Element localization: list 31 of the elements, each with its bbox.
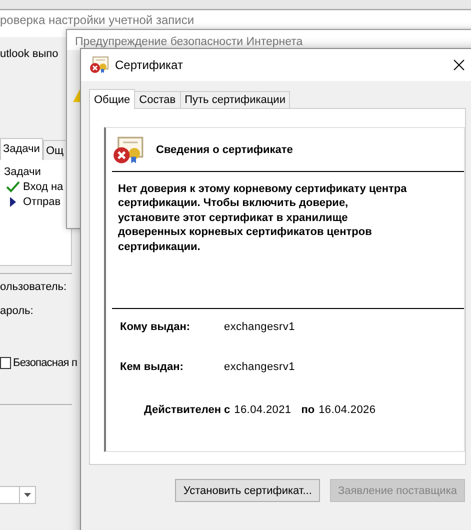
caret-icon — [24, 493, 31, 497]
status-message: utlook выпо — [0, 48, 58, 60]
tab[interactable]: Общие — [89, 89, 136, 109]
close-icon[interactable] — [453, 59, 465, 71]
field-label: ользователь: — [0, 281, 67, 293]
window-title: Сертификат — [115, 58, 184, 72]
section-heading: Сведения о сертификате — [156, 144, 293, 156]
window-title: Предупреждение безопасности Интернета — [75, 36, 303, 48]
window-title: роверка настройки учетной записи — [0, 13, 194, 27]
install-certificate-button[interactable]: Установить сертификат... — [175, 479, 320, 502]
issued-by-value: exchangesrv1 — [224, 361, 295, 373]
certificate-error-icon — [89, 56, 109, 74]
tasks-heading: Задачи — [4, 166, 42, 178]
task-label: Вход на — [23, 181, 64, 193]
valid-to-date: 16.04.2026 — [318, 404, 376, 416]
checkbox-label: Безопасная п — [13, 357, 78, 369]
issued-to-label: Кому выдан: — [120, 321, 192, 333]
tab[interactable]: Путь сертификации — [180, 91, 290, 109]
tab[interactable]: Ощ — [42, 140, 67, 161]
checkbox[interactable] — [0, 357, 11, 369]
field-label: ароль: — [0, 305, 34, 317]
tab[interactable]: Задачи — [0, 138, 43, 161]
valid-from-date: 16.04.2021 — [234, 404, 292, 416]
valid-to-label: по — [301, 404, 315, 416]
certificate-error-icon — [112, 136, 144, 165]
task-label: Отправ — [23, 196, 61, 208]
issued-to-value: exchangesrv1 — [224, 321, 295, 333]
valid-from-label: Действителен с — [144, 404, 230, 416]
dropdown[interactable] — [0, 486, 36, 504]
issued-by-label: Кем выдан: — [120, 361, 184, 373]
trust-warning-text: Нет доверия к этому корневому сертификату центра сертификации. Чтобы включить доверие, установите этот сертификат в хранилище доверенных корневых сертификатов центров сертификации. — [118, 182, 408, 254]
